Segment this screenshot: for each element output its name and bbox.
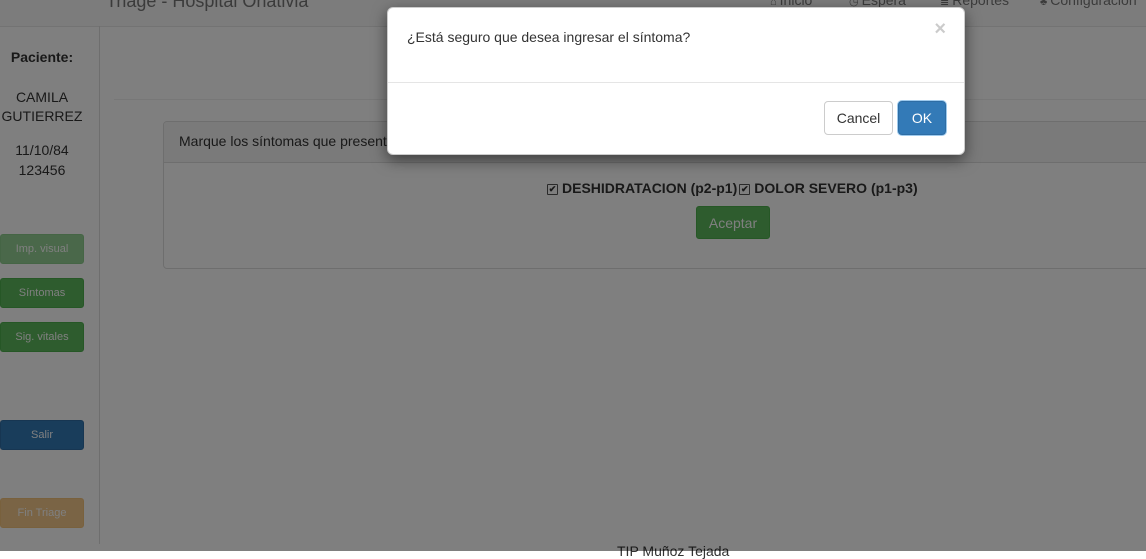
- cancel-button[interactable]: Cancel: [824, 101, 893, 135]
- dialog-header: ¿Está seguro que desea ingresar el sínto…: [388, 8, 964, 83]
- confirm-dialog: ¿Está seguro que desea ingresar el sínto…: [387, 7, 965, 155]
- ok-button[interactable]: OK: [898, 101, 946, 135]
- close-icon[interactable]: ×: [934, 18, 946, 41]
- dialog-message: ¿Está seguro que desea ingresar el sínto…: [407, 29, 691, 45]
